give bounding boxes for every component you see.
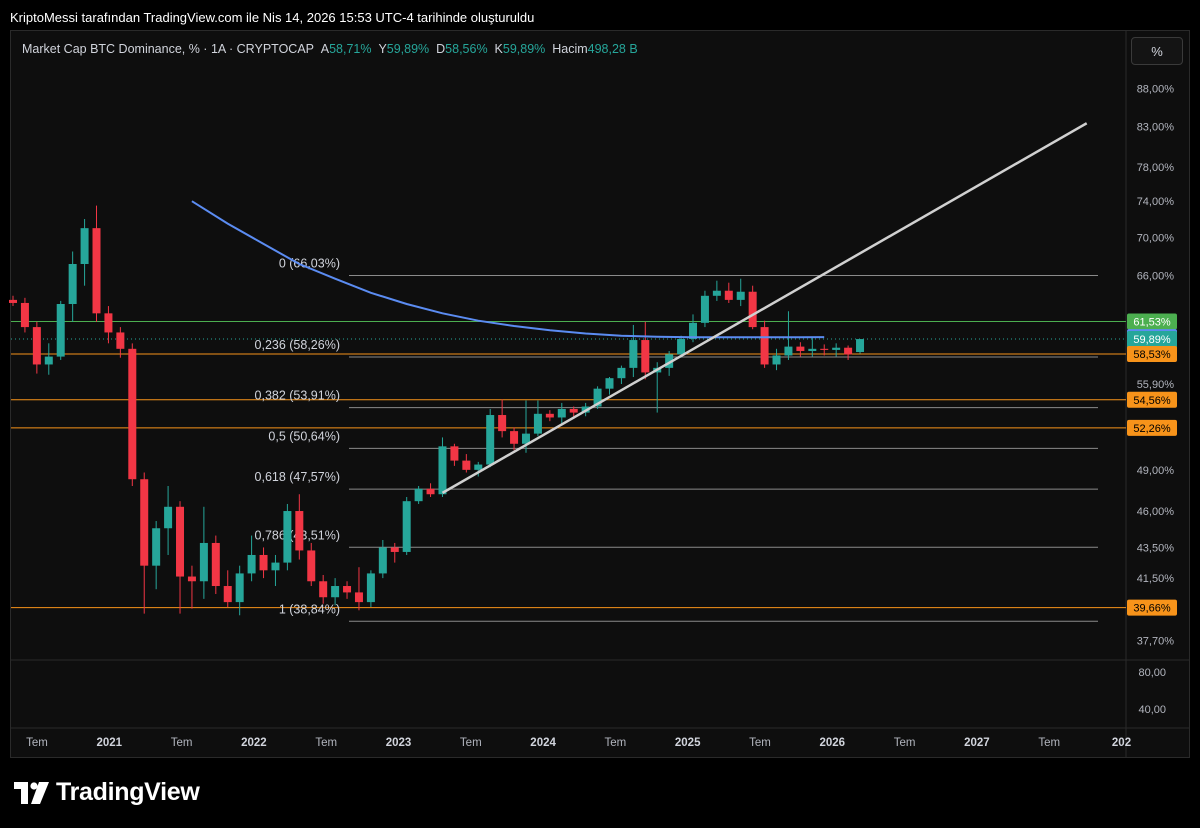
symbol-name[interactable]: Market Cap BTC Dominance, % · 1A · CRYPT… [22, 42, 314, 56]
close-value: 59,89% [502, 42, 546, 56]
open-label: A [320, 42, 330, 56]
symbol-legend: Market Cap BTC Dominance, % · 1A · CRYPT… [22, 42, 638, 56]
volume-label: Hacim [552, 42, 588, 56]
low-value: 58,56% [445, 42, 488, 56]
high-value: 59,89% [386, 42, 430, 56]
tradingview-logo-icon [14, 781, 49, 804]
chart-header-caption: KriptoMessi tarafından TradingView.com i… [10, 10, 535, 25]
low-label: D [436, 42, 446, 56]
volume-value: 498,28 B [587, 42, 638, 56]
tradingview-wordmark: TradingView [56, 778, 200, 806]
chart-panel[interactable] [10, 30, 1190, 758]
tradingview-logo[interactable]: TradingView [14, 778, 200, 807]
high-label: Y [378, 42, 387, 56]
open-value: 58,71% [329, 42, 372, 56]
close-label: K [494, 42, 503, 56]
percent-scale-button[interactable]: % [1131, 37, 1183, 65]
